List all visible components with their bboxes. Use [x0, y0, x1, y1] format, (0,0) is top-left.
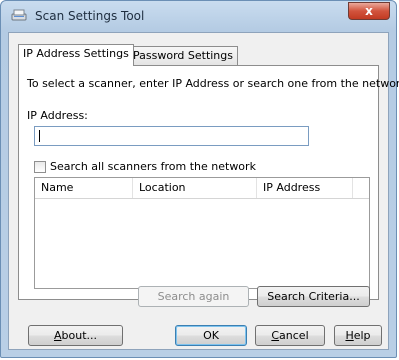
scanner-icon	[11, 9, 27, 21]
dialog-client-area: IP Address Settings Password Settings To…	[8, 32, 399, 350]
ok-button[interactable]: OK	[175, 325, 247, 346]
about-button-label: bout...	[61, 329, 98, 342]
title-bar[interactable]: Scan Settings Tool x	[1, 1, 396, 31]
column-header-ip-address[interactable]: IP Address	[257, 178, 353, 198]
help-button-label: elp	[353, 329, 371, 342]
ip-address-input[interactable]	[34, 126, 309, 146]
scanner-list-header: Name Location IP Address	[35, 178, 369, 199]
help-mnemonic: H	[345, 329, 354, 342]
about-button[interactable]: About...	[28, 325, 123, 346]
text-caret	[39, 130, 40, 142]
ip-address-label: IP Address:	[27, 109, 88, 122]
cancel-button[interactable]: Cancel	[255, 325, 325, 346]
cancel-mnemonic: C	[271, 329, 280, 342]
ip-address-settings-panel: To select a scanner, enter IP Address or…	[18, 65, 399, 300]
tab-password-settings[interactable]: Password Settings	[128, 46, 238, 66]
instruction-text: To select a scanner, enter IP Address or…	[27, 77, 399, 90]
column-header-name[interactable]: Name	[35, 178, 133, 198]
close-button[interactable]: x	[348, 2, 390, 20]
window-title: Scan Settings Tool	[35, 9, 145, 23]
help-button[interactable]: Help	[334, 325, 382, 346]
cancel-button-label: ancel	[279, 329, 309, 342]
search-again-button[interactable]: Search again	[138, 286, 249, 307]
search-all-label[interactable]: Search all scanners from the network	[50, 160, 256, 173]
scan-settings-window: Scan Settings Tool x IP Address Settings…	[0, 0, 399, 358]
search-criteria-button[interactable]: Search Criteria...	[257, 286, 370, 307]
search-all-checkbox[interactable]	[34, 161, 46, 173]
scanner-list[interactable]: Name Location IP Address	[34, 177, 370, 289]
close-icon: x	[365, 4, 373, 18]
column-header-location[interactable]: Location	[133, 178, 257, 198]
tab-ip-address-settings[interactable]: IP Address Settings	[18, 44, 134, 66]
about-mnemonic: A	[53, 329, 62, 342]
